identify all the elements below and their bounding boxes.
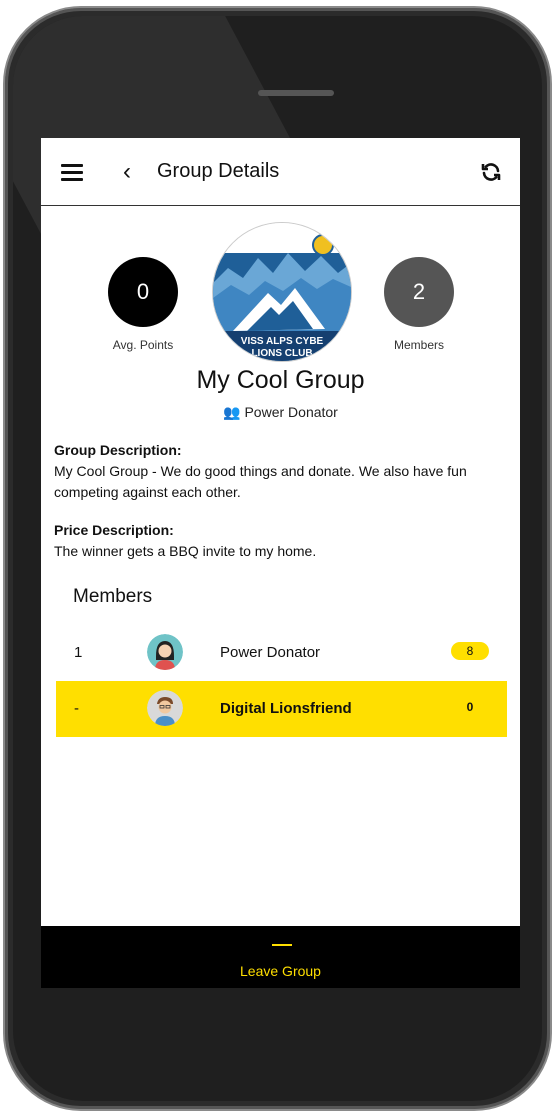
back-chevron-icon[interactable]: ‹	[123, 160, 131, 184]
member-name: Power Donator	[220, 644, 321, 661]
group-owner-name: Power Donator	[244, 404, 338, 420]
app-screen: ‹ Group Details 0 Avg. Points VISS ALPS …	[41, 138, 520, 988]
page-title: Group Details	[157, 160, 280, 182]
group-logo: VISS ALPS CYBE LIONS CLUB	[212, 222, 352, 362]
refresh-icon[interactable]	[479, 160, 503, 184]
avg-points-circle: 0	[108, 257, 178, 327]
man-avatar-icon	[147, 690, 183, 726]
footer-indicator	[272, 944, 292, 946]
logo-text-line1: VISS ALPS CYBE	[241, 336, 324, 347]
top-app-bar: ‹ Group Details	[41, 138, 520, 206]
group-owner: 👥 Power Donator	[41, 404, 520, 421]
member-avatar	[147, 690, 183, 726]
price-description-heading: Price Description:	[54, 522, 174, 538]
avg-points-label: Avg. Points	[112, 338, 174, 352]
mountain-logo-image: VISS ALPS CYBE LIONS CLUB	[213, 223, 351, 361]
members-title: Members	[73, 586, 153, 607]
leave-group-button[interactable]: Leave Group	[41, 963, 520, 979]
bottom-action-bar: Leave Group	[41, 926, 520, 988]
users-icon: 👥	[223, 404, 241, 420]
price-description-block: Price Description: The winner gets a BBQ…	[54, 520, 514, 562]
group-description-heading: Group Description:	[54, 442, 182, 458]
woman-avatar-icon	[147, 634, 183, 670]
member-row[interactable]: 1 Power Donator 8	[56, 625, 507, 681]
member-score: 0	[466, 700, 474, 714]
members-count-label: Members	[393, 338, 444, 352]
group-name: My Cool Group	[196, 366, 365, 394]
logo-text-line2: LIONS CLUB	[251, 348, 312, 359]
members-count-circle: 2	[384, 257, 454, 327]
phone-speaker	[258, 90, 334, 96]
member-rank: 1	[74, 644, 83, 661]
group-description-block: Group Description: My Cool Group - We do…	[54, 440, 514, 503]
price-description-text: The winner gets a BBQ invite to my home.	[54, 543, 317, 559]
member-avatar	[147, 634, 183, 670]
member-rank: -	[74, 700, 79, 717]
member-score-badge: 8	[451, 642, 489, 660]
hamburger-menu-icon[interactable]	[61, 164, 83, 181]
member-name: Digital Lionsfriend	[220, 700, 352, 717]
member-row-current-user[interactable]: - Digital Lionsfriend 0	[56, 681, 507, 737]
members-list: Members 1 Power Donator 8 - Digital Lion…	[56, 578, 507, 738]
group-description-text: My Cool Group - We do good things and do…	[54, 463, 467, 500]
